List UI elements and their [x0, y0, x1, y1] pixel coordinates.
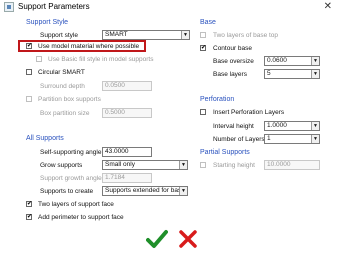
section-support-style: Support Style	[26, 19, 69, 26]
two-layers-support-face-label: Two layers of support face	[38, 201, 114, 208]
use-basic-fill-label: Use Basic fill style in model supports	[48, 56, 154, 63]
grow-supports-select[interactable]: Small only ▼	[102, 160, 188, 170]
checkmark-icon	[146, 230, 168, 248]
surround-depth-field[interactable]: 0.0500	[102, 81, 152, 91]
starting-height-checkbox[interactable]	[200, 162, 206, 168]
circular-smart-label: Circular SMART	[38, 69, 85, 76]
growth-angle-field[interactable]: 1.7184	[102, 173, 152, 183]
close-icon[interactable]: ✕	[324, 0, 332, 14]
insert-perforation-checkbox[interactable]	[200, 109, 206, 115]
insert-perforation-label: Insert Perforation Layers	[213, 109, 285, 116]
section-all-supports: All Supports	[26, 135, 64, 142]
base-oversize-spinner[interactable]: 0.0600 ▼	[264, 56, 320, 66]
use-model-material-checkbox[interactable]: ✔	[26, 43, 32, 49]
interval-height-spinner[interactable]: 1.0000 ▼	[264, 121, 320, 131]
partition-size-label: Box partition size	[40, 110, 90, 117]
partition-box-label: Partition box supports	[38, 96, 101, 103]
title-bar: Support Parameters ✕	[0, 0, 338, 14]
base-layers-label: Base layers	[213, 71, 247, 78]
add-perimeter-label: Add perimeter to support face	[38, 214, 124, 221]
number-of-layers-label: Number of Layers	[213, 136, 265, 143]
chevron-down-icon[interactable]: ▼	[181, 31, 189, 39]
supports-to-create-label: Supports to create	[40, 188, 94, 195]
supports-to-create-select[interactable]: Supports extended for base ▼	[102, 186, 188, 196]
use-basic-fill-checkbox[interactable]	[36, 56, 42, 62]
ok-button[interactable]	[146, 229, 168, 249]
use-model-material-label: Use model material where possible	[38, 43, 140, 50]
circular-smart-checkbox[interactable]	[26, 69, 32, 75]
section-base: Base	[200, 19, 216, 26]
two-layers-base-top-label: Two layers of base top	[213, 32, 279, 39]
spinner-arrow-icon[interactable]: ▼	[311, 57, 319, 65]
two-layers-support-face-checkbox[interactable]: ✔	[26, 201, 32, 207]
contour-base-checkbox[interactable]: ✔	[200, 45, 206, 51]
add-perimeter-checkbox[interactable]: ✔	[26, 214, 32, 220]
app-icon	[4, 2, 14, 12]
partition-box-checkbox[interactable]	[26, 96, 32, 102]
number-of-layers-spinner[interactable]: 1 ▼	[264, 134, 320, 144]
surround-depth-label: Surround depth	[40, 83, 85, 90]
base-oversize-label: Base oversize	[213, 58, 254, 65]
self-supporting-field[interactable]: 43.0000	[102, 147, 152, 157]
section-partial-supports: Partial Supports	[200, 149, 250, 156]
spinner-arrow-icon[interactable]: ▼	[311, 70, 319, 78]
spinner-arrow-icon[interactable]: ▼	[311, 135, 319, 143]
starting-height-label: Starting height	[213, 162, 255, 169]
starting-height-field[interactable]: 10.0000	[264, 160, 320, 170]
chevron-down-icon[interactable]: ▼	[179, 161, 187, 169]
partition-size-field[interactable]: 0.5000	[102, 108, 152, 118]
support-style-select[interactable]: SMART ▼	[102, 30, 190, 40]
x-icon	[179, 230, 197, 248]
chevron-down-icon[interactable]: ▼	[179, 187, 187, 195]
growth-angle-label: Support growth angle	[40, 175, 102, 182]
interval-height-label: Interval height	[213, 123, 254, 130]
grow-supports-label: Grow supports	[40, 162, 83, 169]
spinner-arrow-icon[interactable]: ▼	[311, 122, 319, 130]
section-perforation: Perforation	[200, 96, 235, 103]
window-title: Support Parameters	[18, 2, 90, 11]
support-style-label: Support style	[40, 32, 78, 39]
base-layers-spinner[interactable]: 5 ▼	[264, 69, 320, 79]
self-supporting-label: Self-supporting angle	[40, 149, 102, 156]
cancel-button[interactable]	[178, 229, 198, 249]
contour-base-label: Contour base	[213, 45, 253, 52]
two-layers-base-top-checkbox[interactable]	[200, 32, 206, 38]
